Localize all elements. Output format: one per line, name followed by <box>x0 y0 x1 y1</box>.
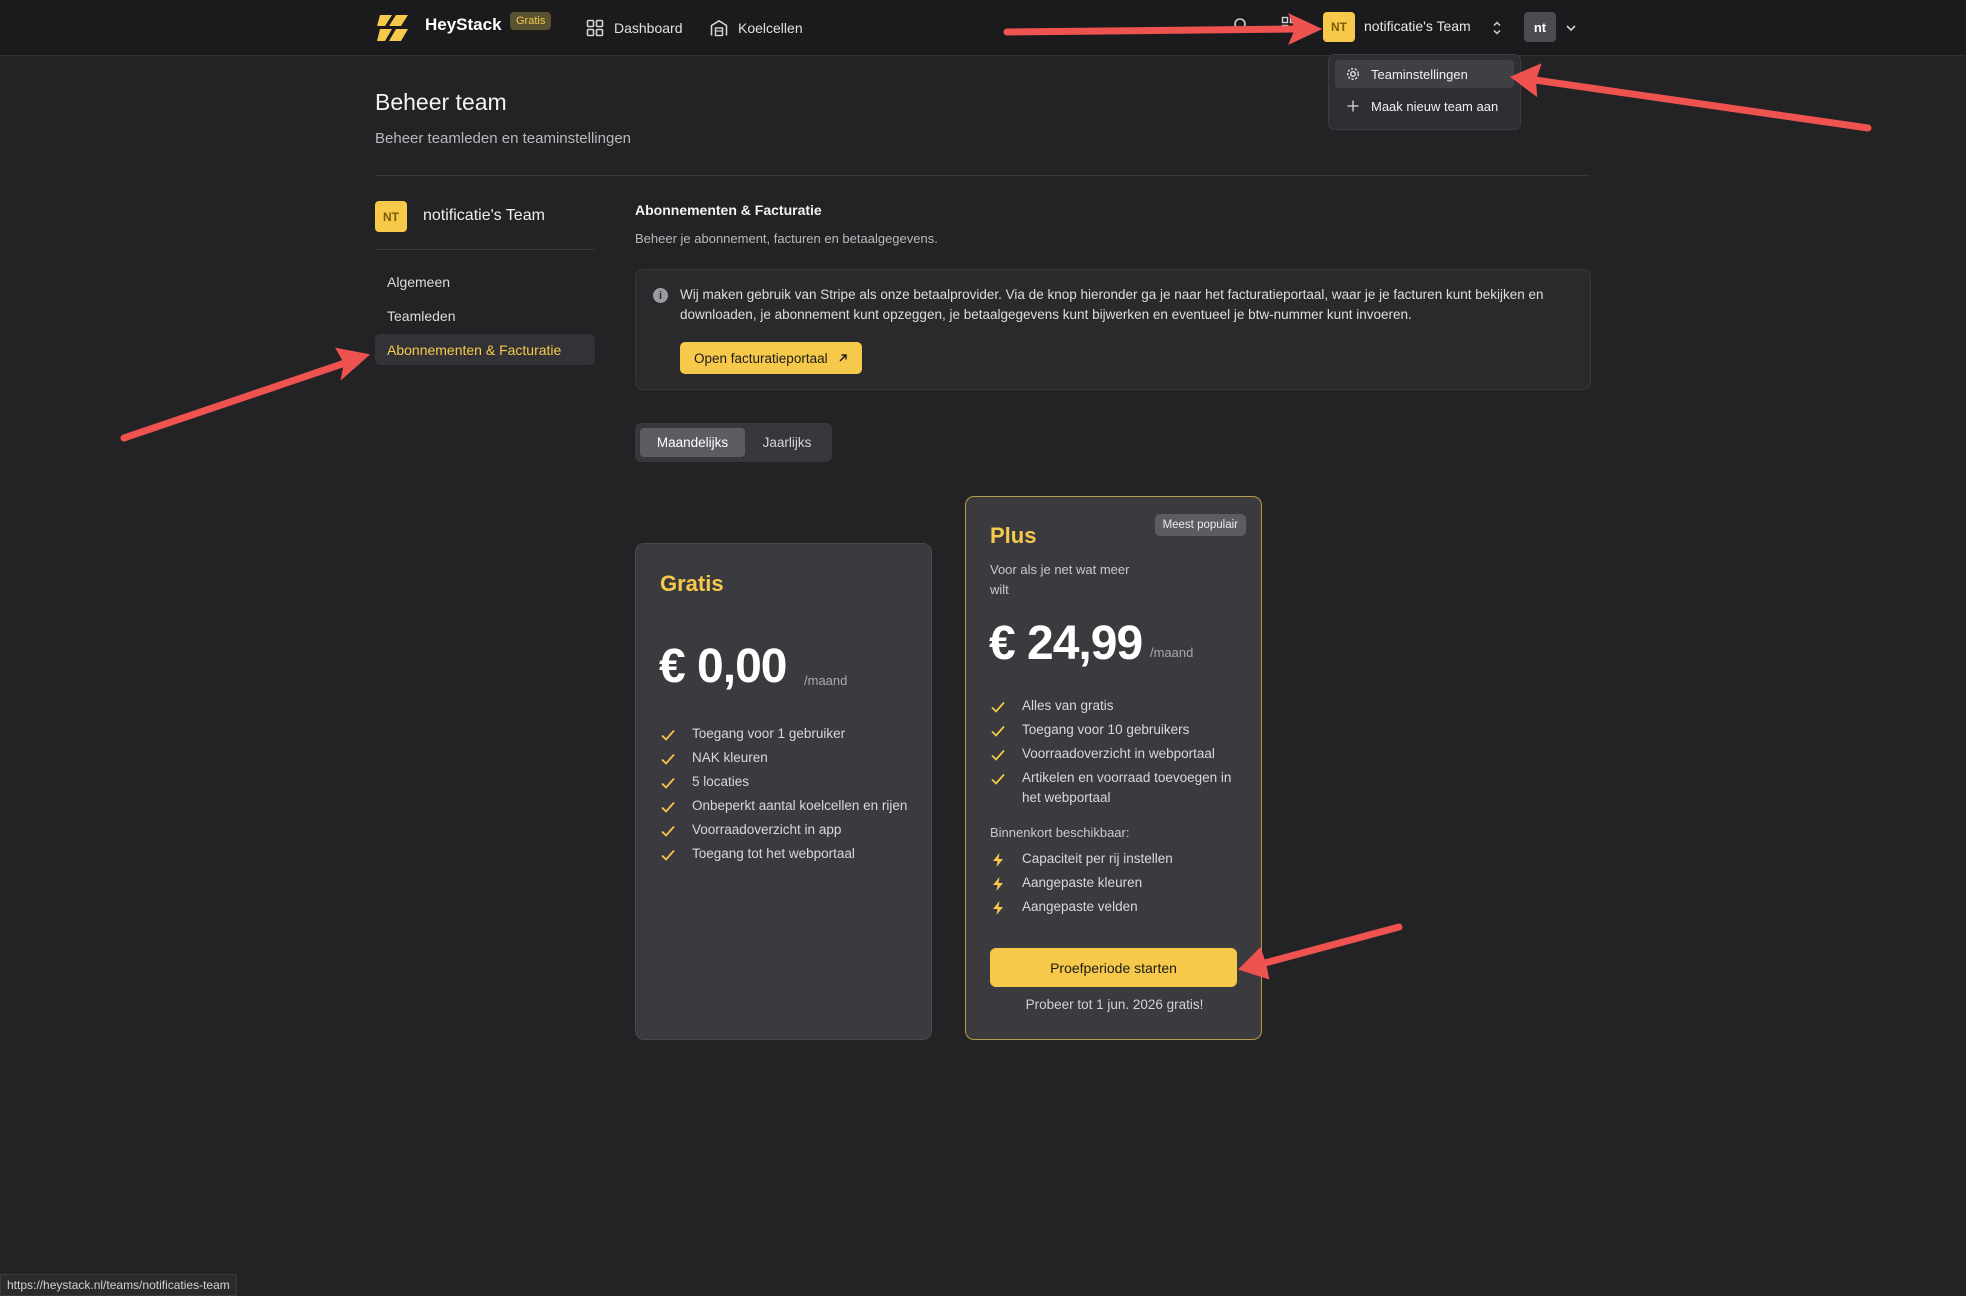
coming-soon-item: Aangepaste velden <box>990 897 1240 917</box>
sidebar-item-algemeen[interactable]: Algemeen <box>375 266 595 297</box>
feature-item: Artikelen en voorraad toevoegen in het w… <box>990 768 1240 808</box>
scan-icon[interactable] <box>1281 16 1297 32</box>
check-icon <box>661 825 675 837</box>
header-divider <box>375 175 1590 176</box>
price-unit: /maand <box>1150 645 1194 660</box>
top-navigation-bar <box>0 0 1966 56</box>
price-unit: /maand <box>804 673 848 688</box>
feature-item: Voorraadoverzicht in app <box>660 820 910 840</box>
trial-note: Probeer tot 1 jun. 2026 gratis! <box>1025 997 1204 1012</box>
nav-koelcellen-label: Koelcellen <box>738 20 803 36</box>
user-avatar[interactable]: nt <box>1524 12 1556 42</box>
feature-item: Toegang voor 1 gebruiker <box>660 724 910 744</box>
info-icon: i <box>653 288 668 303</box>
feature-item: Onbeperkt aantal koelcellen en rijen <box>660 796 910 816</box>
chevron-up-down-icon[interactable] <box>1492 20 1502 36</box>
annotation-arrow-trial-button <box>1238 923 1403 980</box>
nav-dashboard[interactable]: Dashboard <box>586 16 683 40</box>
page-title: Beheer team <box>375 89 507 115</box>
plan-description: Voor als je net wat meer wilt <box>990 562 1130 597</box>
feature-item: Toegang tot het webportaal <box>660 844 910 864</box>
search-icon[interactable] <box>1233 17 1249 33</box>
team-avatar[interactable]: NT <box>1323 12 1355 42</box>
stripe-info-box: i Wij maken gebruik van Stripe als onze … <box>635 269 1591 390</box>
plan-card-gratis: Gratis € 0,00 /maand Toegang voor 1 gebr… <box>635 543 932 1040</box>
open-billing-portal-button[interactable]: Open facturatieportaal <box>680 342 862 374</box>
sidebar-team-name: notificatie's Team <box>423 207 545 224</box>
page-subtitle: Beheer teamleden en teaminstellingen <box>375 130 632 147</box>
feature-item: Voorraadoverzicht in webportaal <box>990 744 1240 764</box>
check-icon <box>661 753 675 765</box>
sidebar-item-teamleden[interactable]: Teamleden <box>375 300 595 331</box>
most-popular-badge: Meest populair <box>1154 514 1246 536</box>
brand-name[interactable]: HeyStack <box>425 15 502 35</box>
plan-name: Plus <box>990 523 1037 548</box>
sidebar-team-avatar: NT <box>375 201 407 232</box>
check-icon <box>991 773 1005 785</box>
sidebar-item-abonnementen[interactable]: Abonnementen & Facturatie <box>375 334 595 365</box>
gear-icon <box>1346 67 1360 81</box>
menu-item-new-team[interactable]: Maak nieuw team aan <box>1335 92 1514 120</box>
toggle-monthly[interactable]: Maandelijks <box>640 428 745 457</box>
plan-card-plus: Meest populair Plus Voor als je net wat … <box>965 496 1262 1040</box>
nav-dashboard-label: Dashboard <box>614 20 683 36</box>
team-switcher-name[interactable]: notificatie's Team <box>1364 18 1471 34</box>
check-icon <box>661 801 675 813</box>
heystack-logo-icon[interactable] <box>377 12 409 44</box>
annotation-arrow-billing-tab <box>120 347 371 442</box>
feature-item: 5 locaties <box>660 772 910 792</box>
nav-koelcellen[interactable]: Koelcellen <box>710 16 803 40</box>
feature-list: Alles van gratis Toegang voor 10 gebruik… <box>990 696 1240 812</box>
check-icon <box>991 701 1005 713</box>
plus-icon <box>1347 100 1359 112</box>
billing-period-toggle: Maandelijks Jaarlijks <box>635 423 832 462</box>
feature-item: Toegang voor 10 gebruikers <box>990 720 1240 740</box>
section-subtitle: Beheer je abonnement, facturen en betaal… <box>635 231 938 246</box>
plan-price: € 0,00 <box>659 640 787 693</box>
sidebar-divider <box>375 249 595 250</box>
plan-price: € 24,99 <box>989 617 1143 670</box>
portal-button-label: Open facturatieportaal <box>694 350 828 366</box>
lightning-icon <box>993 901 1003 915</box>
check-icon <box>991 749 1005 761</box>
stripe-info-text: Wij maken gebruik van Stripe als onze be… <box>680 287 1544 322</box>
feature-item: NAK kleuren <box>660 748 910 768</box>
team-dropdown-menu: Teaminstellingen Maak nieuw team aan <box>1328 54 1521 130</box>
feature-item: Alles van gratis <box>990 696 1240 716</box>
check-icon <box>661 777 675 789</box>
external-link-icon <box>839 354 847 362</box>
browser-status-url: https://heystack.nl/teams/notificaties-t… <box>0 1274 237 1296</box>
menu-item-label: Maak nieuw team aan <box>1371 98 1499 114</box>
section-title: Abonnementen & Facturatie <box>635 202 822 218</box>
feature-list: Toegang voor 1 gebruiker NAK kleuren 5 l… <box>660 724 910 868</box>
warehouse-icon <box>710 20 728 37</box>
coming-soon-item: Capaciteit per rij instellen <box>990 849 1240 869</box>
check-icon <box>991 725 1005 737</box>
toggle-yearly[interactable]: Jaarlijks <box>747 428 827 457</box>
coming-soon-title: Binnenkort beschikbaar: <box>990 825 1130 840</box>
coming-soon-item: Aangepaste kleuren <box>990 873 1240 893</box>
start-trial-button[interactable]: Proefperiode starten <box>990 948 1237 987</box>
menu-item-teaminstellingen[interactable]: Teaminstellingen <box>1335 60 1514 88</box>
coming-soon-list: Capaciteit per rij instellen Aangepaste … <box>990 849 1240 921</box>
check-icon <box>661 729 675 741</box>
check-icon <box>661 849 675 861</box>
plan-name: Gratis <box>660 571 724 596</box>
plan-badge: Gratis <box>510 12 552 30</box>
annotation-arrow-teaminstellingen <box>1510 63 1872 132</box>
chevron-down-icon[interactable] <box>1565 23 1577 33</box>
lightning-icon <box>993 853 1003 867</box>
menu-item-label: Teaminstellingen <box>1371 66 1468 82</box>
grid-icon <box>586 19 604 37</box>
lightning-icon <box>993 877 1003 891</box>
